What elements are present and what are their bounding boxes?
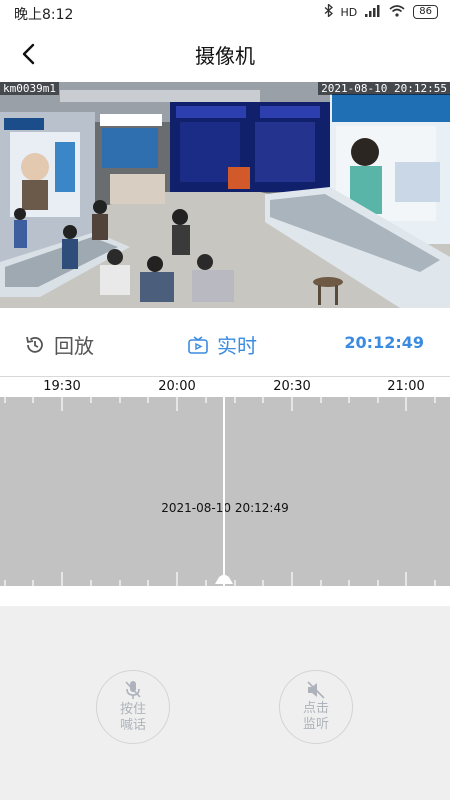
nav-bar: 摄像机 [0,26,450,82]
microphone-muted-icon [125,681,141,699]
timeline-playhead[interactable] [223,397,225,586]
timeline-ticks [4,397,436,586]
listen-button[interactable]: 点击 监听 [279,670,353,744]
timeline-label: 20:30 [273,379,311,394]
status-time: 晚上8:12 [14,7,74,23]
playhead-marker-icon[interactable] [215,574,233,584]
speaker-muted-icon [307,681,325,699]
current-time: 20:12:49 [344,333,424,352]
listen-label-line2: 监听 [302,717,329,732]
wifi-icon [389,4,405,20]
status-bar: 晚上8:12 HD 86 [0,0,450,26]
playback-label: 回放 [54,334,94,358]
battery-indicator: 86 [413,5,438,19]
timeline-track[interactable]: 2021-08-10 20:12:49 [0,397,450,586]
timeline-label: 21:00 [387,379,425,394]
live-button[interactable]: 实时 [187,330,257,359]
mode-controls: 回放 实时 20:12:49 [0,308,450,376]
camera-id-overlay: km0039m1 [0,82,59,95]
live-label: 实时 [217,334,257,358]
timeline[interactable]: 19:30 20:00 20:30 21:00 2021-08-10 20:12… [0,376,450,606]
page-title: 摄像机 [195,44,255,68]
tv-icon [188,335,208,354]
bluetooth-icon [324,3,333,20]
talk-label-line1: 按住 [119,702,146,717]
video-frame-image [0,82,450,308]
timeline-current-datetime: 2021-08-10 20:12:49 [161,501,289,515]
signal-icon [365,4,381,20]
playback-button[interactable]: 回放 [24,330,94,359]
bottom-actions: 按住 喊话 点击 监听 [0,606,450,800]
listen-label-line1: 点击 [302,701,329,716]
talk-label-line2: 喊话 [119,718,146,733]
status-icons: HD 86 [324,3,438,20]
push-to-talk-button[interactable]: 按住 喊话 [96,670,170,744]
timeline-label: 20:00 [158,379,196,394]
timeline-labels: 19:30 20:00 20:30 21:00 [0,377,450,397]
timeline-label: 19:30 [43,379,81,394]
network-type-label: HD [340,5,358,19]
camera-video-view[interactable]: km0039m1 2021-08-10 20:12:55 [0,82,450,308]
video-datetime-overlay: 2021-08-10 20:12:55 [318,82,450,95]
history-icon [26,336,43,353]
